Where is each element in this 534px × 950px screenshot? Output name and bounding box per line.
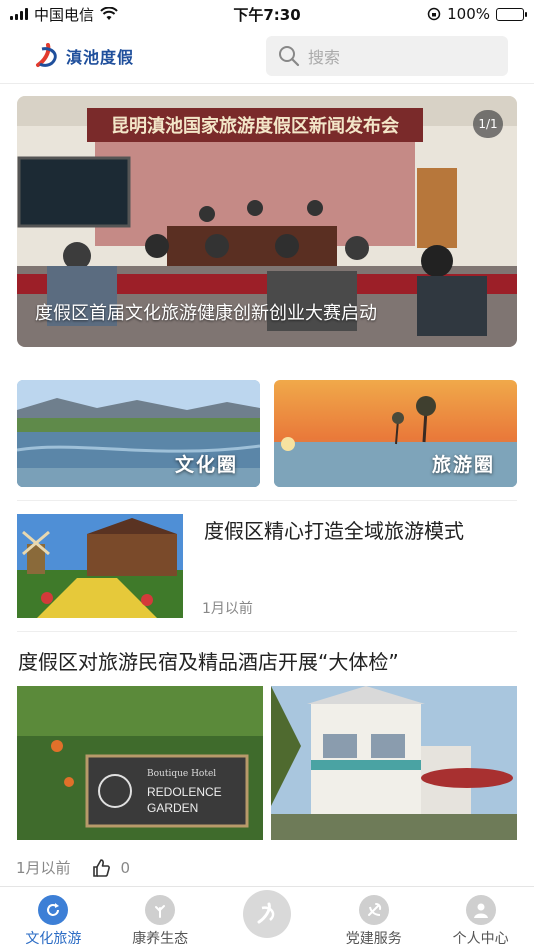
refresh-icon bbox=[38, 895, 69, 925]
article-image[interactable] bbox=[271, 686, 517, 840]
banner-page-counter: 1/1 bbox=[473, 110, 503, 138]
article-thumbnail[interactable] bbox=[17, 514, 183, 618]
user-icon bbox=[465, 895, 496, 925]
sign-line-2: REDOLENCE bbox=[147, 785, 222, 799]
status-bar: 中国电信 下午7:30 100% bbox=[0, 0, 534, 28]
tab-wellness-ecology[interactable]: 康养生态 bbox=[107, 887, 214, 950]
like-count: 0 bbox=[120, 858, 131, 877]
divider bbox=[17, 500, 517, 501]
article-time: 1月以前 bbox=[202, 601, 253, 617]
app-logo[interactable]: 滇池度假 bbox=[34, 42, 135, 69]
battery-icon bbox=[496, 7, 527, 21]
article-2-image-1: Boutique Hotel REDOLENCE GARDEN bbox=[17, 686, 263, 840]
banner-sign-text: 昆明滇池国家旅游度假区新闻发布会 bbox=[111, 115, 399, 137]
search-input[interactable]: 搜索 bbox=[266, 35, 508, 76]
sign-line-3: GARDEN bbox=[147, 801, 198, 815]
tab-label: 个人中心 bbox=[452, 931, 509, 947]
wifi-icon bbox=[100, 7, 118, 20]
search-icon bbox=[279, 45, 300, 66]
article-title[interactable]: 度假区精心打造全域旅游模式 bbox=[204, 515, 464, 544]
leaf-icon bbox=[145, 895, 176, 925]
home-logo-icon bbox=[242, 890, 291, 938]
article-title[interactable]: 度假区对旅游民宿及精品酒店开展“大体检” bbox=[18, 646, 399, 675]
signal-icon bbox=[10, 8, 28, 20]
tab-home[interactable] bbox=[214, 887, 321, 950]
category-tourism[interactable]: 旅游圈 bbox=[274, 380, 517, 487]
battery-percent: 100% bbox=[447, 5, 490, 23]
thumbs-up-icon bbox=[92, 858, 110, 877]
tab-label: 文化旅游 bbox=[25, 931, 82, 947]
article-image[interactable]: Boutique Hotel REDOLENCE GARDEN bbox=[17, 686, 263, 840]
sign-line-1: Boutique Hotel bbox=[147, 769, 216, 779]
like-button[interactable]: 0 bbox=[91, 858, 131, 878]
article-2-image-2 bbox=[271, 686, 517, 840]
carrier-label: 中国电信 bbox=[34, 5, 95, 24]
article-1-image bbox=[17, 514, 183, 618]
app-screen: 中国电信 下午7:30 100% 滇池度假 搜索 昆明滇池国家旅游度假区新闻发布… bbox=[0, 0, 534, 950]
orientation-lock-icon bbox=[427, 7, 441, 21]
status-time: 下午7:30 bbox=[233, 5, 301, 24]
tab-profile[interactable]: 个人中心 bbox=[427, 887, 534, 950]
tab-culture-tourism[interactable]: 文化旅游 bbox=[0, 887, 107, 950]
category-culture[interactable]: 文化圈 bbox=[17, 380, 260, 487]
banner-caption: 度假区首届文化旅游健康创新创业大赛启动 bbox=[35, 303, 377, 324]
category-tourism-label: 旅游圈 bbox=[431, 454, 495, 476]
party-emblem-icon bbox=[358, 895, 389, 925]
tab-party-service[interactable]: 党建服务 bbox=[320, 887, 427, 950]
app-header: 滇池度假 搜索 bbox=[0, 28, 534, 84]
category-culture-label: 文化圈 bbox=[174, 454, 238, 476]
logo-text: 滇池度假 bbox=[66, 47, 135, 67]
brand-logo-icon bbox=[36, 42, 57, 67]
tab-label: 党建服务 bbox=[345, 931, 402, 947]
divider bbox=[17, 631, 517, 632]
tab-label: 康养生态 bbox=[132, 931, 189, 947]
article-meta: 1月以前 0 bbox=[16, 857, 130, 878]
tab-bar: 文化旅游 康养生态 党建服务 个人中心 bbox=[0, 886, 534, 950]
article-time: 1月以前 bbox=[16, 859, 71, 877]
search-placeholder: 搜索 bbox=[308, 47, 341, 67]
news-banner[interactable]: 昆明滇池国家旅游度假区新闻发布会 1/1 度假区首届文化旅游健康创新创业大赛启动 bbox=[17, 96, 517, 347]
